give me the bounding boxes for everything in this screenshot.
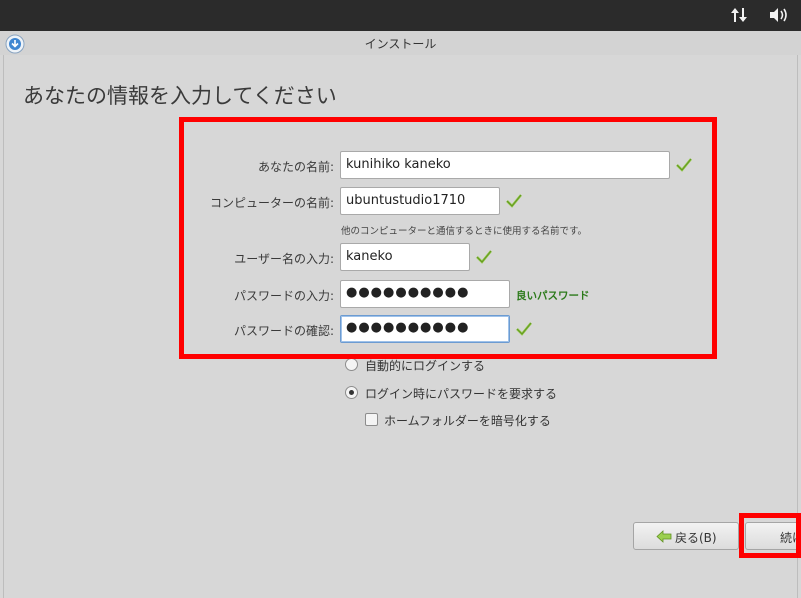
username-input[interactable]: kaneko bbox=[340, 243, 470, 271]
computer-name-valid-check-icon bbox=[506, 194, 522, 208]
volume-icon[interactable] bbox=[768, 6, 790, 24]
computer-name-input[interactable]: ubuntustudio1710 bbox=[340, 187, 500, 215]
auto-login-radio[interactable] bbox=[345, 358, 358, 371]
password-input[interactable]: ●●●●●●●●●● bbox=[340, 280, 510, 308]
confirm-password-input[interactable]: ●●●●●●●●●● bbox=[340, 315, 510, 343]
arrow-left-icon bbox=[656, 530, 672, 543]
confirm-password-label: パスワードの確認: bbox=[233, 324, 334, 338]
name-label: あなたの名前: bbox=[257, 160, 334, 174]
network-transfer-icon[interactable] bbox=[729, 6, 749, 24]
page-heading: あなたの情報を入力してください bbox=[23, 84, 337, 108]
encrypt-home-label[interactable]: ホームフォルダーを暗号化する bbox=[384, 412, 551, 429]
username-valid-check-icon bbox=[476, 250, 492, 264]
password-strength-indicator: 良いパスワード bbox=[516, 290, 590, 302]
window-title: インストール bbox=[364, 37, 437, 51]
username-label: ユーザー名の入力: bbox=[234, 252, 334, 266]
window-right-border bbox=[797, 55, 798, 598]
auto-login-label[interactable]: 自動的にログインする bbox=[365, 357, 485, 374]
encrypt-home-checkbox[interactable] bbox=[365, 413, 378, 426]
top-panel bbox=[0, 0, 801, 31]
computer-name-hint: 他のコンピューターと通信するときに使用する名前です。 bbox=[341, 226, 588, 237]
continue-button[interactable]: 続け bbox=[745, 522, 801, 550]
name-input[interactable]: kunihiko kaneko bbox=[340, 151, 670, 179]
computer-name-label: コンピューターの名前: bbox=[209, 196, 334, 210]
name-valid-check-icon bbox=[676, 158, 692, 172]
window-titlebar: インストール bbox=[0, 31, 801, 55]
password-label: パスワードの入力: bbox=[233, 289, 334, 303]
back-button-label: 戻る(B) bbox=[675, 531, 717, 545]
window-left-border bbox=[3, 55, 4, 598]
back-button[interactable]: 戻る(B) bbox=[633, 522, 739, 550]
continue-button-label: 続け bbox=[780, 531, 801, 545]
require-password-radio[interactable] bbox=[345, 386, 358, 399]
require-password-label[interactable]: ログイン時にパスワードを要求する bbox=[365, 385, 557, 402]
confirm-password-valid-check-icon bbox=[516, 322, 532, 336]
